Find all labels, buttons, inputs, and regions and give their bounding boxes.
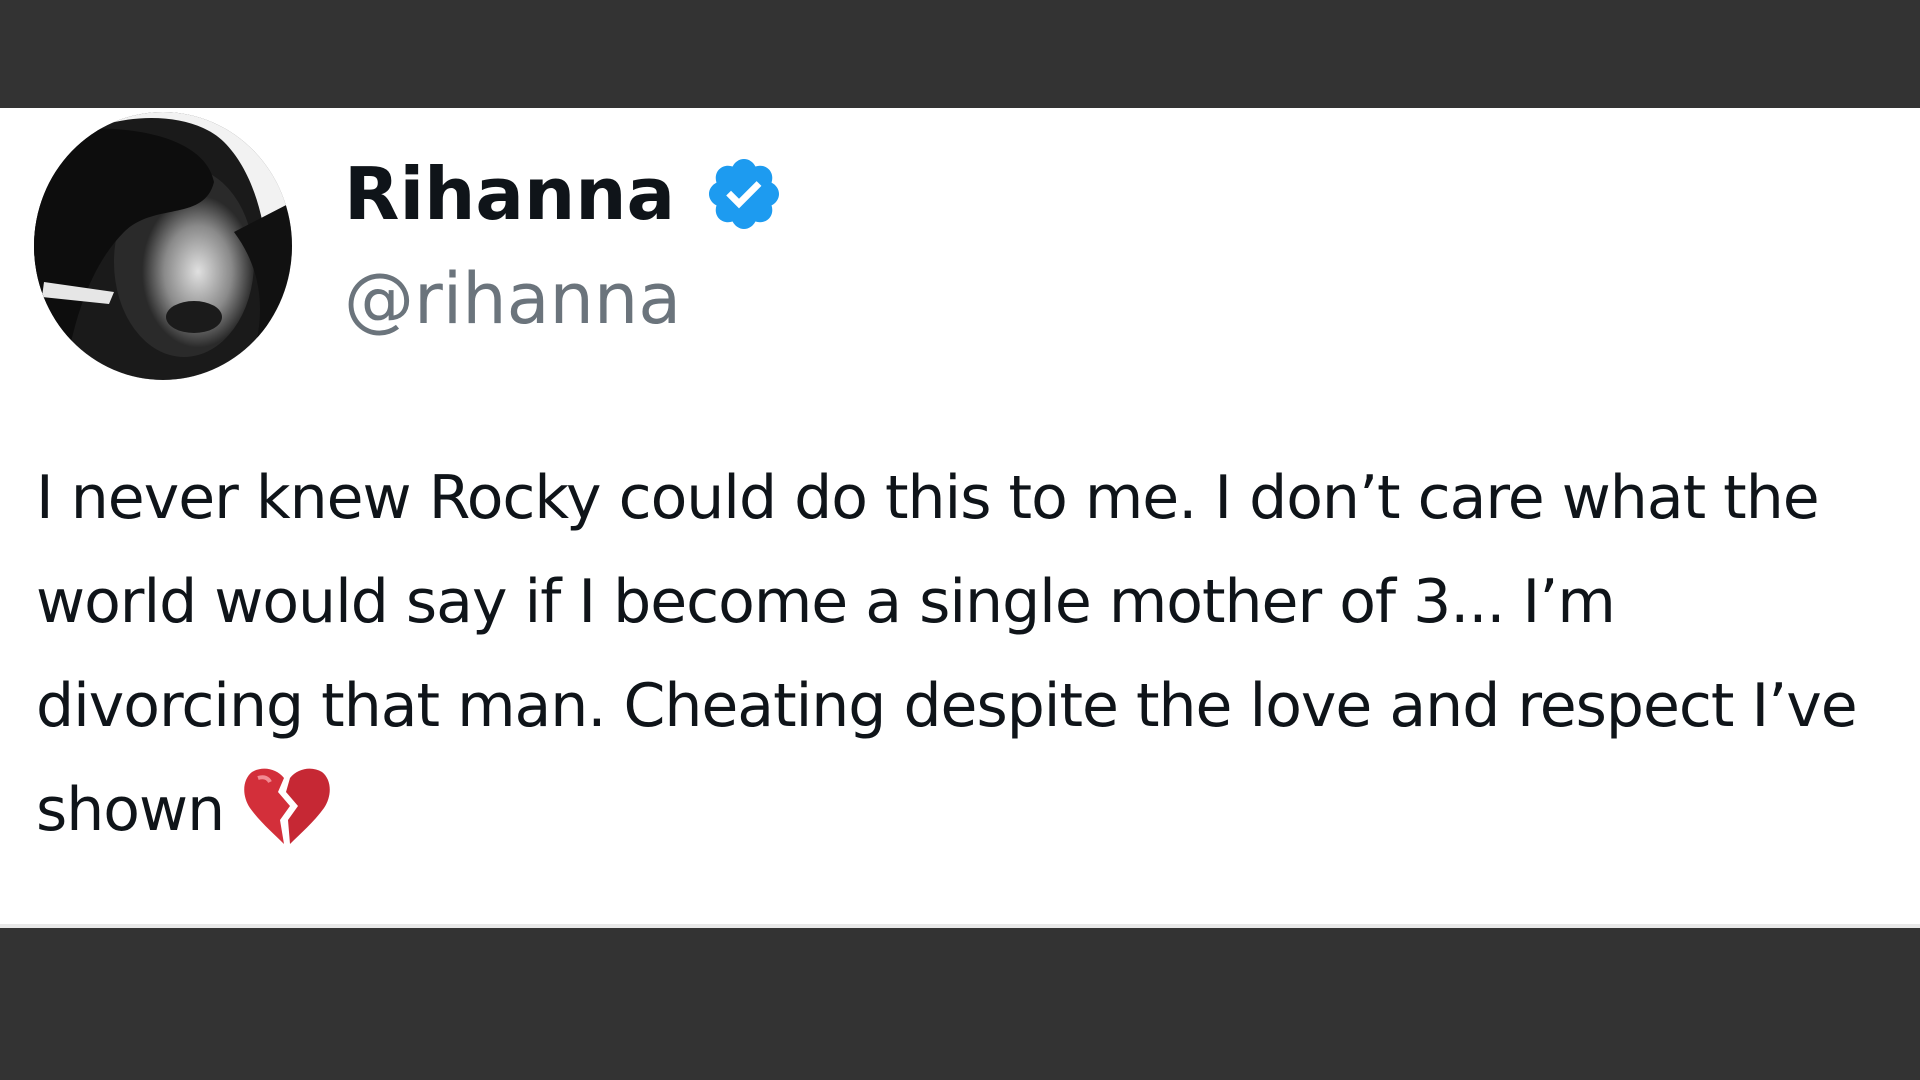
tweet-body: I never knew Rocky could do this to me. … [36,446,1886,862]
broken-heart-icon [242,766,330,848]
user-handle[interactable]: @rihanna [344,258,785,340]
letterbox-top [0,0,1920,108]
avatar[interactable] [34,112,292,380]
name-row: Rihanna [344,150,785,238]
letterbox-bottom [0,928,1920,1080]
verified-badge-icon [703,153,785,235]
tweet-header: Rihanna @rihanna [344,150,785,340]
tweet-card: Rihanna @rihanna I never knew Rocky coul… [0,108,1920,928]
display-name[interactable]: Rihanna [344,152,675,236]
